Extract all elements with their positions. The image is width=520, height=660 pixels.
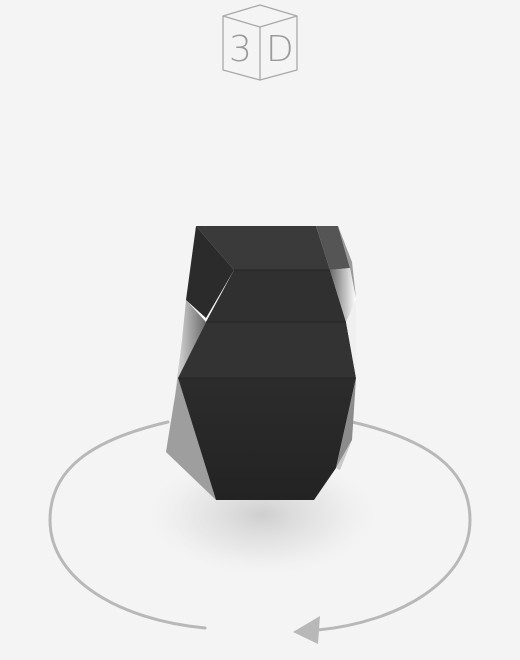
3d-viewer[interactable]: 3 D <box>0 0 520 660</box>
3d-model-object[interactable] <box>0 0 520 660</box>
